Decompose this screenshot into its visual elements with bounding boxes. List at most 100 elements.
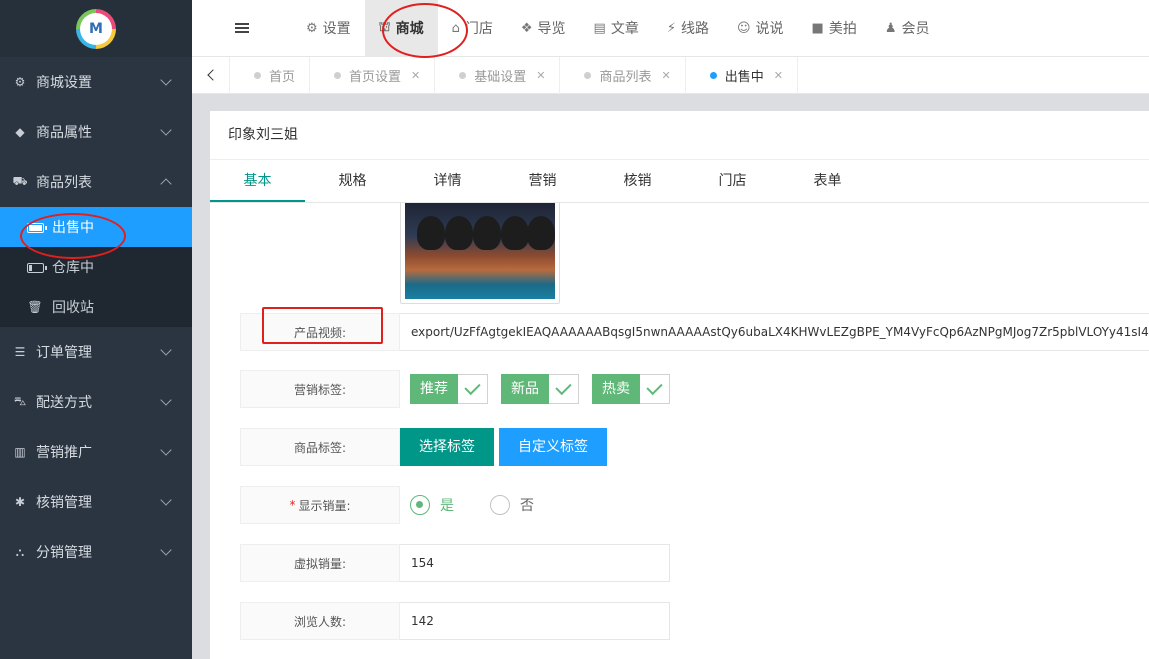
hamburger-icon [235,27,249,29]
close-icon[interactable]: ✕ [411,69,420,82]
wechat-icon: ☺ [736,20,751,36]
topnav-item-label: 门店 [464,21,493,37]
menu-toggle-button[interactable] [192,0,292,57]
tab-dot-icon [584,71,592,79]
marketing-tag-checkbox-1[interactable]: 新品 [501,374,579,404]
topnav-item-label: 说说 [755,21,784,37]
page-tab-label: 首页 [269,69,296,85]
topnav-item-label: 线路 [680,21,709,37]
tab-bar: 首页 首页设置 ✕ 基础设置 ✕ 商品列表 ✕ 出售中 ✕ [192,56,1149,94]
chevron-left-icon [206,69,219,81]
show-sales-label-text: 显示销量: [298,498,351,513]
cubes-icon: ❖ [520,20,533,36]
product-tags-label: 商品标签: [240,428,400,466]
close-icon[interactable]: ✕ [662,69,671,82]
show-sales-no-radio[interactable]: 否 [490,486,534,524]
select-tags-button[interactable]: 选择标签 [400,428,494,466]
sidebar-item-2[interactable]: ⛟ 商品列表 [0,157,192,207]
chevron-down-icon [160,544,172,556]
topnav-item-label: 设置 [322,21,351,37]
sidebar-item-label: 营销推广 [36,445,92,461]
bar-chart-icon: ▥ [14,445,26,459]
sidebar-item-1[interactable]: ◆ 商品属性 [0,107,192,157]
show-sales-label: * 显示销量: [240,486,400,524]
page-tab-0[interactable]: 首页 [230,56,311,94]
marketing-tag-label: 新品 [501,374,549,404]
virtual-sales-input[interactable]: 154 [400,544,670,582]
topnav-item-3[interactable]: ❖ 导览 [507,0,580,57]
sidebar-item-6[interactable]: ✱ 核销管理 [0,477,192,527]
tab-dot-icon [709,71,717,79]
product-edit-card: 印象刘三姐 基本 规格 详情 营销 核销 门店 表单 产品视频: export/UzFfAg… [210,111,1149,659]
page-tab-3[interactable]: 商品列表 ✕ [560,56,686,94]
sidebar-item-label: 分销管理 [36,545,92,561]
topnav-item-7[interactable]: ■ 美拍 [798,0,871,57]
show-sales-yes-radio[interactable]: 是 [410,486,454,524]
topnav-item-label: 文章 [610,21,639,37]
submenu-item-label: 出售中 [52,220,94,236]
gears-icon: ⚙ [14,75,26,89]
card-tab-0[interactable]: 基本 [210,160,305,202]
sidebar-item-0[interactable]: ⚙ 商城设置 [0,57,192,107]
list-icon: ☰ [14,345,26,359]
close-icon[interactable]: ✕ [774,69,783,82]
close-icon[interactable]: ✕ [536,69,545,82]
sidebar-item-5[interactable]: ▥ 营销推广 [0,427,192,477]
video-camera-icon: ■ [811,20,824,36]
card-tab-3[interactable]: 营销 [495,160,590,202]
annotation-box-video [262,307,383,344]
tab-scroll-left-button[interactable] [192,56,230,94]
video-field[interactable]: export/UzFfAgtgekIEAQAAAAAABqsgI5nwnAAAA… [400,313,1149,351]
logo[interactable]: M [76,8,116,49]
marketing-tag-checkbox-2[interactable]: 热卖 [592,374,670,404]
sidebar-item-label: 配送方式 [36,395,92,411]
product-tags-row: 商品标签: 选择标签 自定义标签 [240,428,607,466]
sidebar-item-3[interactable]: ☰ 订单管理 [0,327,192,377]
views-row: 浏览人数: 142 [240,602,670,640]
card-tab-2[interactable]: 详情 [400,160,495,202]
product-image [405,203,555,299]
card-tab-1[interactable]: 规格 [305,160,400,202]
show-sales-row: * 显示销量: 是 否 [240,486,534,524]
card-tab-5[interactable]: 门店 [685,160,780,202]
custom-tags-button[interactable]: 自定义标签 [499,428,607,466]
checkmark-icon [458,374,488,404]
page-tab-label: 基础设置 [474,69,527,85]
views-input[interactable]: 142 [400,602,670,640]
card-tab-6[interactable]: 表单 [780,160,875,202]
marketing-tags-label: 营销标签: [240,370,400,408]
topnav-item-6[interactable]: ☺ 说说 [723,0,798,57]
shopping-bag-icon: ⛫ [378,19,391,35]
marketing-tag-checkbox-0[interactable]: 推荐 [410,374,488,404]
chevron-down-icon [160,444,172,456]
topnav-item-4[interactable]: ▤ 文章 [580,0,653,57]
bank-icon: ⌂ [451,20,460,36]
sidebar-item-7[interactable]: ⛬ 分销管理 [0,527,192,577]
submenu-item-1[interactable]: 仓库中 [0,247,192,287]
submenu-item-label: 回收站 [52,300,94,316]
topnav-item-5[interactable]: ⚡ 线路 [653,0,723,57]
tab-dot-icon [459,71,467,79]
marketing-tags-row: 营销标签: 推荐 新品 热卖 [240,370,670,408]
topnav-item-1[interactable]: ⛫ 商城 [364,0,438,57]
page-tab-4[interactable]: 出售中 ✕ [686,56,798,94]
page-tab-1[interactable]: 首页设置 ✕ [310,56,436,94]
sidebar: M ⚙ 商城设置 ◆ 商品属性 ⛟ 商品列表 出售中 仓库中 🗑 回收站 ☰ 订单管理 ⛍ 配送方式 ▥… [0,0,192,659]
topnav-item-2[interactable]: ⌂ 门店 [438,0,507,57]
submenu-item-0[interactable]: 出售中 [0,207,192,247]
cube-icon: ◆ [15,125,25,139]
chevron-down-icon [160,124,172,136]
topnav-item-0[interactable]: ⚙ 设置 [292,0,365,57]
card-tab-4[interactable]: 核销 [590,160,685,202]
sidebar-item-4[interactable]: ⛍ 配送方式 [0,377,192,427]
product-thumbnail[interactable] [400,203,560,304]
topnav-item-label: 美拍 [828,21,857,37]
sidebar-item-label: 订单管理 [36,345,92,361]
page-tab-label: 商品列表 [599,69,652,85]
logo-mark: M [80,12,112,45]
submenu-item-2[interactable]: 🗑 回收站 [0,287,192,327]
page-tab-2[interactable]: 基础设置 ✕ [435,56,561,94]
topnav-item-8[interactable]: ♟ 会员 [871,0,944,57]
cogs-icon: ⚙ [306,20,318,36]
sidebar-item-label: 商品属性 [36,125,92,141]
